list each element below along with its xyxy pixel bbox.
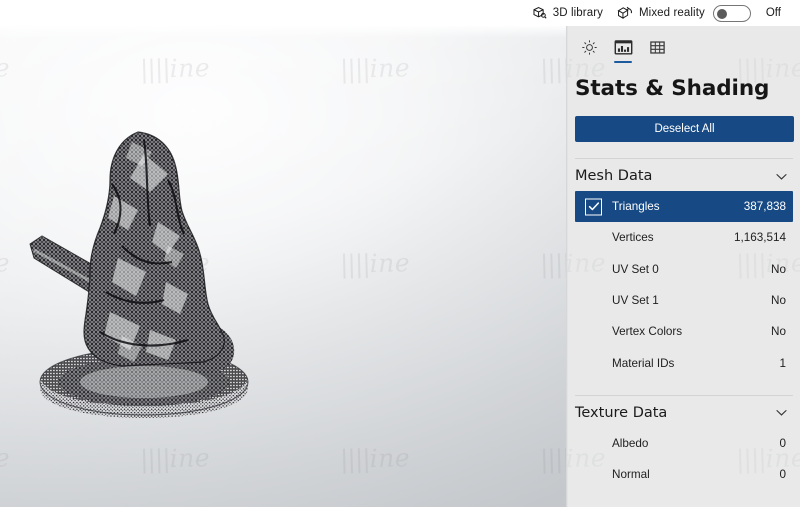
stat-value: No [771, 262, 786, 276]
chevron-down-icon[interactable] [773, 168, 789, 184]
cube-search-icon [532, 6, 547, 21]
stat-value: 0 [779, 436, 786, 450]
app-window: 3D library Mixed reality Off ine ||||ine… [0, 0, 800, 507]
watermark-text: ||||ine [0, 248, 11, 279]
deselect-all-button[interactable]: Deselect All [575, 116, 794, 142]
stat-label: Vertices [612, 231, 654, 245]
watermark-text: ||||ine [0, 443, 11, 474]
stat-label: UV Set 1 [612, 294, 659, 308]
stat-label: Normal [612, 468, 650, 482]
wireframe-model-svg [29, 131, 249, 418]
3d-library-label: 3D library [552, 7, 603, 19]
page-title: Stats & Shading [575, 76, 770, 101]
stat-value: 0 [779, 468, 786, 482]
tab-lighting[interactable] [574, 33, 604, 61]
stat-row[interactable]: Vertices 1,163,514 [575, 222, 793, 253]
stat-value: No [771, 325, 786, 339]
stat-row[interactable]: Material IDs 1 [575, 347, 793, 378]
stat-row[interactable]: Triangles 387,838 [575, 191, 793, 223]
section-header-mesh-data[interactable]: Mesh Data [575, 158, 793, 191]
stat-value: 387,838 [743, 200, 786, 214]
stat-row[interactable]: Vertex Colors No [575, 316, 793, 347]
section-title: Mesh Data [575, 168, 653, 184]
stat-row[interactable]: UV Set 0 No [575, 254, 793, 285]
stats-shading-panel: ||||ine||||ine||||ine||||ine||||ine||||i… [566, 26, 800, 507]
stat-value: 1,163,514 [734, 231, 786, 245]
chevron-down-icon[interactable] [773, 405, 789, 421]
section-rows-mesh-data: Triangles 387,838 Vertices 1,163,514 UV Set … [566, 191, 800, 379]
top-header-bar: 3D library Mixed reality Off [0, 0, 800, 26]
stat-label: Material IDs [612, 356, 675, 370]
tab-grid[interactable] [642, 33, 672, 61]
section-title: Texture Data [575, 404, 668, 421]
stat-label: Vertex Colors [612, 325, 683, 339]
stat-row[interactable]: Normal 0 [575, 459, 793, 490]
viewport-top-sheen [0, 26, 566, 38]
wireframe-model[interactable] [18, 126, 268, 426]
stat-row[interactable]: UV Set 1 No [575, 285, 793, 316]
stat-value: 1 [779, 356, 786, 370]
stats-chart-icon [614, 39, 633, 56]
watermark-text: ||||ine [139, 53, 211, 84]
3d-library-button[interactable]: 3D library [525, 0, 610, 26]
watermark-text: ||||ine [539, 444, 566, 474]
mixed-reality-control[interactable]: Mixed reality Off [610, 0, 788, 26]
watermark-text: ||||ine [139, 443, 211, 474]
stat-value: No [771, 294, 786, 308]
sections-container: Mesh Data Triangles 387,838 Vertices 1,163,5… [566, 158, 800, 490]
watermark-text: ||||ine [539, 54, 566, 84]
mixed-reality-icon [617, 6, 633, 21]
mixed-reality-label: Mixed reality [639, 7, 705, 19]
section-header-texture-data[interactable]: Texture Data [575, 394, 793, 428]
stat-row[interactable]: Albedo 0 [575, 428, 793, 459]
watermark-text: ||||ine [339, 53, 411, 84]
watermark-text: ||||ine [339, 248, 411, 279]
tab-stats-shading[interactable] [608, 33, 638, 63]
stat-label: Albedo [612, 436, 649, 450]
mixed-reality-toggle[interactable] [712, 4, 751, 22]
mixed-reality-state-label: Off [765, 7, 781, 19]
watermark-text: ||||ine [0, 53, 11, 84]
section-rows-texture-data: Albedo 0 Normal 0 [566, 428, 800, 491]
watermark-text: ||||ine [539, 249, 566, 279]
grid-icon [649, 39, 666, 56]
watermark-text: ||||ine [339, 443, 411, 474]
stat-label: Triangles [612, 200, 660, 214]
3d-viewport[interactable]: ||||ine ||||ine ||||ine ||||ine ||||ine ||||i… [0, 26, 566, 507]
panel-tab-strip [566, 26, 800, 63]
checkbox-checked-icon[interactable] [585, 198, 602, 216]
toggle-knob [716, 8, 727, 19]
stat-label: UV Set 0 [612, 262, 659, 276]
sun-icon [581, 39, 598, 56]
